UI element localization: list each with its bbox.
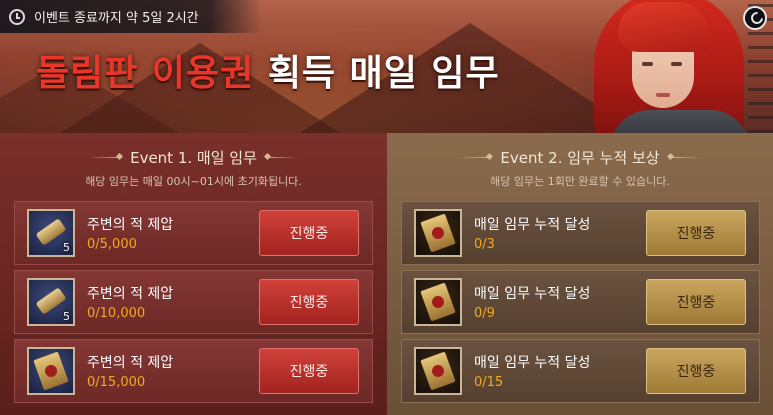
coupon-item-icon[interactable] (27, 347, 75, 395)
ornament-icon (458, 157, 491, 158)
event1-subtitle: 해당 임무는 매일 00시~01시에 초기화됩니다. (85, 175, 302, 188)
character-eye (671, 62, 682, 66)
mission-row: 5 주변의 적 제압 0/5,000 진행중 (14, 201, 373, 265)
timer-text: 이벤트 종료까지 약 5일 2시간 (34, 11, 199, 26)
coupon-shape (420, 351, 456, 391)
event1-header: Event 1. 매일 임무 해당 임무는 매일 00시~01시에 초기화됩니다… (0, 133, 387, 201)
mission-name: 주변의 적 제압 (87, 355, 174, 371)
reward-progress: 0/9 (474, 306, 495, 321)
event-page: 이벤트 종료까지 약 5일 2시간 돌림판 이용권 획득 매일 임무 Event… (0, 0, 773, 415)
banner-title: 돌림판 이용권 획득 매일 임무 (36, 44, 500, 96)
clock-icon (9, 8, 25, 25)
scroll-item-icon[interactable]: 5 (27, 209, 75, 257)
scroll-shape (35, 218, 67, 246)
reward-progress: 0/3 (474, 237, 495, 252)
coupon-shape (420, 213, 456, 253)
coupon-item-icon[interactable] (414, 347, 462, 395)
mission-progress: 0/15,000 (87, 375, 146, 390)
reward-row: 매일 임무 누적 달성 0/9 진행중 (401, 270, 760, 334)
banner-title-highlight: 돌림판 이용권 (36, 53, 255, 94)
event2-header: Event 2. 임무 누적 보상 해당 임무는 1회만 완료할 수 있습니다. (387, 133, 773, 201)
reward-row: 매일 임무 누적 달성 0/15 진행중 (401, 339, 760, 403)
reward-name: 매일 임무 누적 달성 (474, 217, 591, 233)
reward-name: 매일 임무 누적 달성 (474, 286, 591, 302)
character-eye (642, 62, 653, 66)
coupon-shape (33, 351, 69, 391)
character-mouth (656, 93, 670, 97)
in-progress-button[interactable]: 진행중 (646, 210, 746, 256)
in-progress-button[interactable]: 진행중 (259, 348, 359, 394)
mission-row: 주변의 적 제압 0/15,000 진행중 (14, 339, 373, 403)
item-count: 5 (63, 241, 70, 254)
coupon-shape (420, 282, 456, 322)
event1-title-text: Event 1. 매일 임무 (130, 149, 257, 167)
event1-panel: Event 1. 매일 임무 해당 임무는 매일 00시~01시에 초기화됩니다… (0, 133, 387, 415)
mission-progress: 0/10,000 (87, 306, 146, 321)
mission-name: 주변의 적 제압 (87, 217, 174, 233)
mission-name: 주변의 적 제압 (87, 286, 174, 302)
event2-subtitle: 해당 임무는 1회만 완료할 수 있습니다. (490, 175, 670, 188)
scroll-shape (35, 287, 67, 315)
mission-progress: 0/5,000 (87, 237, 137, 252)
coupon-item-icon[interactable] (414, 278, 462, 326)
event1-title: Event 1. 매일 임무 (0, 133, 387, 168)
close-icon[interactable] (743, 6, 767, 30)
in-progress-button[interactable]: 진행중 (259, 279, 359, 325)
event-banner: 이벤트 종료까지 약 5일 2시간 돌림판 이용권 획득 매일 임무 (0, 0, 773, 133)
in-progress-button[interactable]: 진행중 (259, 210, 359, 256)
event2-title-text: Event 2. 임무 누적 보상 (500, 149, 660, 167)
in-progress-button[interactable]: 진행중 (646, 279, 746, 325)
in-progress-button[interactable]: 진행중 (646, 348, 746, 394)
ornament-icon (266, 157, 299, 158)
event-timer: 이벤트 종료까지 약 5일 2시간 (0, 0, 262, 33)
character-hair-front (618, 2, 708, 52)
event2-panel: Event 2. 임무 누적 보상 해당 임무는 1회만 완료할 수 있습니다.… (387, 133, 773, 415)
reward-name: 매일 임무 누적 달성 (474, 355, 591, 371)
coupon-item-icon[interactable] (414, 209, 462, 257)
reward-row: 매일 임무 누적 달성 0/3 진행중 (401, 201, 760, 265)
mission-row: 5 주변의 적 제압 0/10,000 진행중 (14, 270, 373, 334)
scroll-item-icon[interactable]: 5 (27, 278, 75, 326)
ornament-icon (88, 157, 121, 158)
item-count: 5 (63, 310, 70, 323)
banner-title-rest: 획득 매일 임무 (267, 53, 500, 94)
ornament-icon (669, 157, 702, 158)
reward-progress: 0/15 (474, 375, 504, 390)
event2-title: Event 2. 임무 누적 보상 (387, 133, 773, 168)
